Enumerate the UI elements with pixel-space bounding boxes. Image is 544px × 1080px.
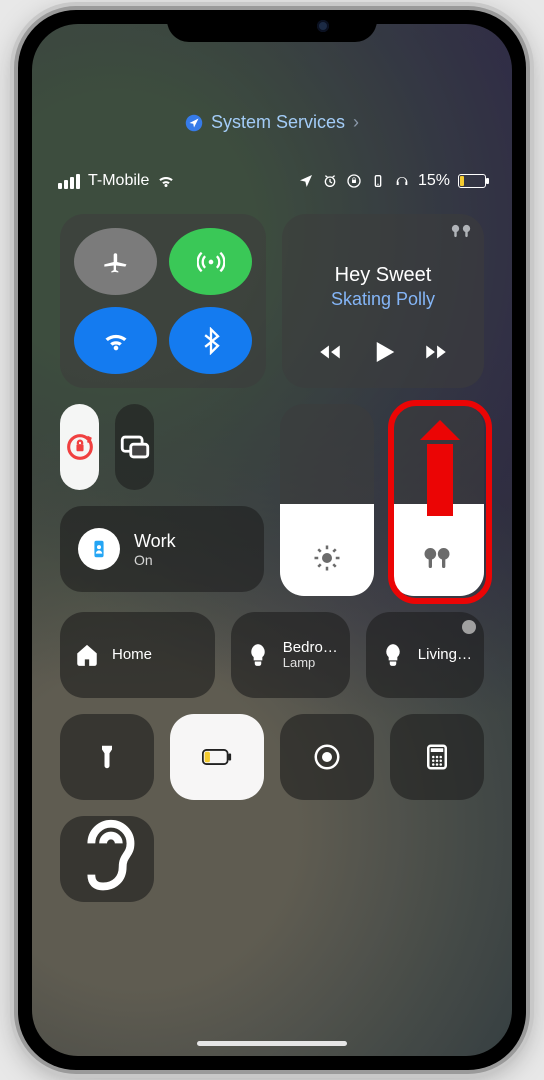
notch: [167, 10, 377, 42]
focus-label: Work: [134, 531, 176, 552]
battery-percent-label: 15%: [418, 172, 450, 190]
screen-record-button[interactable]: [280, 714, 374, 800]
bulb-icon: [380, 642, 406, 668]
tile2-sub: Lamp: [283, 656, 338, 671]
media-artist: Skating Polly: [294, 289, 472, 310]
focus-state: On: [134, 552, 176, 568]
bluetooth-toggle[interactable]: [169, 307, 252, 374]
signal-bars-icon: [58, 174, 80, 189]
wifi-icon: [102, 327, 130, 355]
calculator-icon: [422, 742, 452, 772]
screen-mirror-button[interactable]: [115, 404, 154, 490]
control-center: Hey Sweet Skating Polly: [60, 214, 484, 1016]
portrait-icon: [370, 173, 386, 189]
cellular-data-toggle[interactable]: [169, 228, 252, 295]
bluetooth-icon: [197, 327, 225, 355]
forward-icon: [423, 339, 449, 365]
carrier-label: T-Mobile: [88, 172, 149, 190]
flashlight-icon: [92, 742, 122, 772]
antenna-icon: [197, 248, 225, 276]
wifi-toggle[interactable]: [74, 307, 157, 374]
battery-low-icon: [202, 742, 232, 772]
focus-badge: [78, 528, 120, 570]
focus-button[interactable]: Work On: [60, 506, 264, 592]
screen: System Services › T-Mobile 15%: [32, 24, 512, 1056]
flashlight-button[interactable]: [60, 714, 154, 800]
bedroom-lamp-tile[interactable]: Bedro…Lamp: [231, 612, 350, 698]
location-icon: [298, 173, 314, 189]
location-arrow-icon: [185, 114, 203, 132]
home-label: Home: [112, 646, 152, 663]
rewind-icon: [317, 339, 343, 365]
calculator-button[interactable]: [390, 714, 484, 800]
airpods-icon: [422, 543, 452, 573]
breadcrumb[interactable]: System Services ›: [32, 112, 512, 133]
media-card[interactable]: Hey Sweet Skating Polly: [282, 214, 484, 388]
low-power-button[interactable]: [170, 714, 264, 800]
front-camera: [317, 20, 329, 32]
airplane-icon: [102, 248, 130, 276]
screen-mirror-icon: [118, 430, 152, 464]
alarm-icon: [322, 173, 338, 189]
tile3-label: Living…: [418, 646, 472, 663]
living-tile[interactable]: Living…: [366, 612, 484, 698]
prev-track-button[interactable]: [317, 339, 343, 370]
sun-icon: [312, 543, 342, 573]
play-icon: [368, 337, 398, 367]
rotation-lock-icon: [63, 430, 97, 464]
brightness-slider[interactable]: [280, 404, 374, 596]
volume-slider[interactable]: [390, 404, 484, 596]
breadcrumb-label: System Services: [211, 112, 345, 133]
home-app-tile[interactable]: Home: [60, 612, 215, 698]
phone-frame: System Services › T-Mobile 15%: [18, 10, 526, 1070]
play-button[interactable]: [368, 337, 398, 372]
connectivity-card[interactable]: [60, 214, 266, 388]
next-track-button[interactable]: [423, 339, 449, 370]
rotation-lock-status-icon: [346, 173, 362, 189]
airpods-output-icon: [450, 224, 472, 238]
chevron-right-icon: ›: [353, 112, 359, 133]
ear-icon: [60, 812, 154, 906]
id-badge-icon: [88, 538, 110, 560]
orientation-lock-toggle[interactable]: [60, 404, 99, 490]
screen-record-icon: [312, 742, 342, 772]
hearing-button[interactable]: [60, 816, 154, 902]
battery-icon: [458, 174, 486, 188]
wifi-icon: [157, 172, 175, 190]
headphones-icon: [394, 173, 410, 189]
tile2-label: Bedro…: [283, 639, 338, 656]
home-icon: [74, 642, 100, 668]
media-title: Hey Sweet: [294, 264, 472, 287]
home-indicator[interactable]: [197, 1041, 347, 1046]
bulb-icon: [245, 642, 271, 668]
status-bar: T-Mobile 15%: [32, 172, 512, 190]
airplane-mode-toggle[interactable]: [74, 228, 157, 295]
